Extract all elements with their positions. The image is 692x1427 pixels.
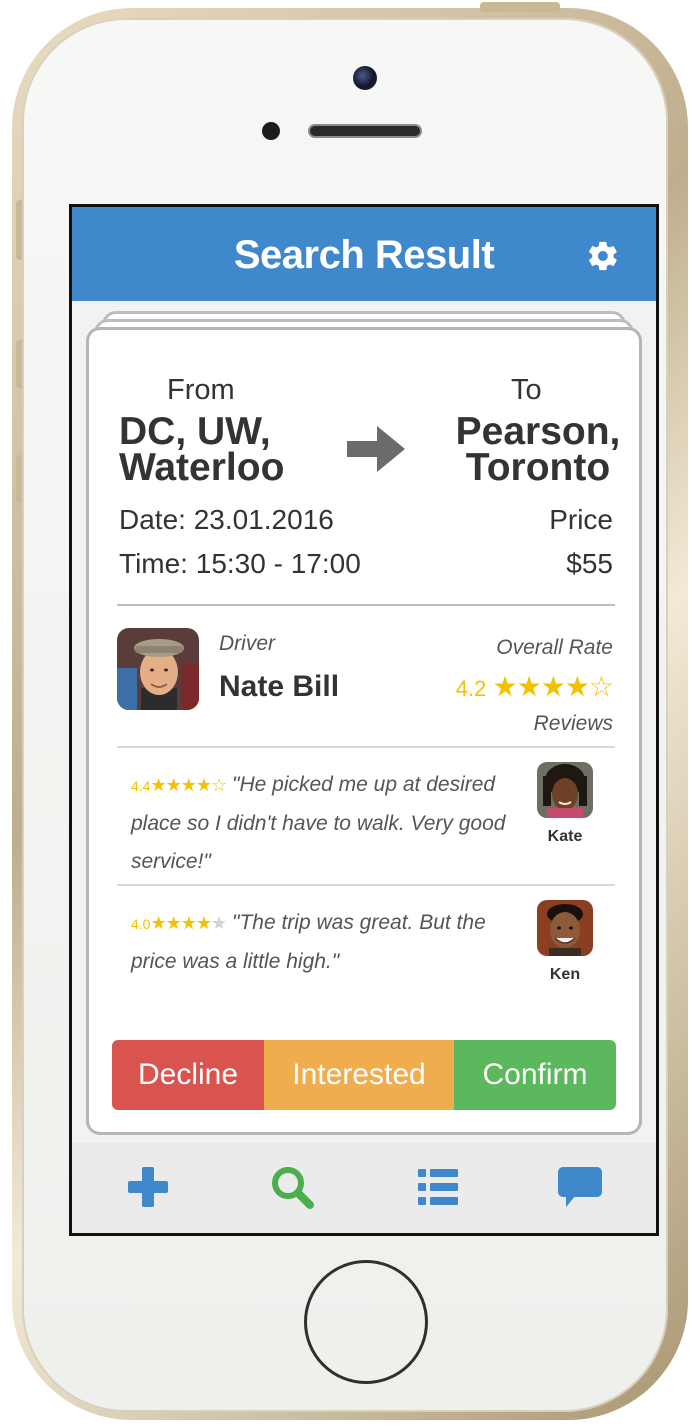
section-divider [117, 604, 615, 606]
page-title: Search Result [233, 233, 495, 277]
proximity-sensor [262, 122, 280, 140]
review-stars: ★★★★☆ [150, 775, 227, 795]
destination-line-2: Toronto [465, 446, 611, 489]
front-camera [353, 66, 377, 90]
origin-line-1: DC, UW, [119, 410, 271, 453]
review-score: 4.0 [131, 916, 151, 932]
reviewer-avatar [537, 900, 593, 956]
driver-name[interactable]: Nate Bill [219, 670, 339, 704]
interested-button[interactable]: Interested [264, 1040, 454, 1110]
reviewer-name: Kate [547, 828, 583, 845]
decline-button[interactable]: Decline [112, 1040, 264, 1110]
reviews-label: Reviews [533, 712, 613, 735]
overall-rating-score: 4.2 [455, 676, 487, 701]
reviewer-avatar [537, 762, 593, 818]
review-item: 4.4★★★★☆ "He picked me up at desired pla… [131, 766, 531, 881]
arrow-right-icon [347, 426, 405, 472]
ride-result-card: From To DC, UW, Waterloo Pearson, Toront… [86, 327, 642, 1135]
search-icon[interactable] [270, 1165, 314, 1209]
trip-date: Date: 23.01.2016 [119, 504, 334, 535]
review-score: 4.4 [131, 778, 151, 794]
tab-bar [72, 1143, 656, 1233]
overall-rating-stars: ★★★★☆ [492, 671, 614, 702]
driver-label: Driver [219, 632, 275, 655]
from-label: From [167, 374, 235, 406]
list-icon[interactable] [416, 1165, 460, 1209]
origin-line-2: Waterloo [119, 446, 285, 489]
reviewer-name: Ken [549, 966, 581, 983]
overall-rating: 4.2 ★★★★☆ [455, 670, 614, 703]
plus-icon[interactable] [126, 1165, 170, 1209]
destination-location: Pearson, Toronto [433, 410, 643, 489]
home-button[interactable] [304, 1260, 428, 1384]
gear-icon[interactable] [586, 239, 620, 273]
destination-line-1: Pearson, [455, 410, 621, 453]
reviewer[interactable]: Kate [535, 762, 595, 846]
power-button [480, 2, 560, 12]
confirm-button[interactable]: Confirm [454, 1040, 616, 1110]
review-divider [117, 884, 615, 886]
action-button-group: Decline Interested Confirm [112, 1040, 616, 1110]
chat-icon[interactable] [558, 1165, 602, 1209]
driver-avatar[interactable] [117, 628, 199, 710]
reviewer[interactable]: Ken [535, 900, 595, 984]
origin-location: DC, UW, Waterloo [119, 410, 349, 489]
trip-time: Time: 15:30 - 17:00 [119, 548, 361, 579]
nav-bar: Search Result [72, 207, 656, 301]
review-divider [117, 746, 615, 748]
review-item: 4.0★★★★★ "The trip was great. But the pr… [131, 904, 531, 981]
review-stars: ★★★★★ [150, 913, 227, 933]
earpiece-speaker [308, 124, 422, 138]
app-screen: Search Result From To DC, UW, Waterloo P… [69, 204, 659, 1236]
price-label: Price [549, 504, 613, 535]
to-label: To [511, 374, 542, 406]
price-value: $55 [566, 548, 613, 579]
overall-rate-label: Overall Rate [496, 636, 613, 659]
